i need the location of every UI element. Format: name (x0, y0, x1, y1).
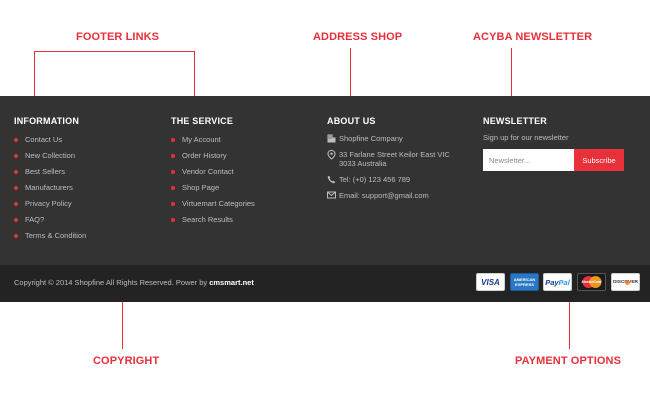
callout-payment-line (569, 297, 570, 349)
footer-link-contact-us[interactable]: Contact Us (14, 135, 86, 151)
footer-link-vendor-contact[interactable]: Vendor Contact (171, 167, 255, 183)
newsletter-column: NEWSLETTER Sign up for our newsletter Su… (483, 116, 624, 171)
about-address: 33 Farlane Street Keilor East VIC 3033 A… (327, 150, 450, 168)
copyright-brand-link[interactable]: cmsmart.net (209, 278, 254, 287)
mastercard-card-icon: MasterCard (577, 273, 606, 291)
callout-copyright-line (122, 297, 123, 349)
subscribe-button[interactable]: Subscribe (574, 149, 624, 171)
newsletter-title: NEWSLETTER (483, 116, 547, 126)
about-address-line1: 33 Farlane Street Keilor East VIC (339, 150, 450, 159)
information-title: INFORMATION (14, 116, 80, 126)
footer-link-terms[interactable]: Terms & Condition (14, 231, 86, 247)
footer-link-my-account[interactable]: My Account (171, 135, 255, 151)
footer-link-shop-page[interactable]: Shop Page (171, 183, 255, 199)
paypal-pay: Pay (545, 277, 559, 287)
about-email-text[interactable]: Email: support@gmail.com (339, 191, 429, 200)
map-pin-icon (327, 150, 339, 160)
visa-card-icon: VISA (476, 273, 505, 291)
about-address-text: 33 Farlane Street Keilor East VIC 3033 A… (339, 150, 450, 168)
amex-card-icon: AMERICAN EXPRESS (510, 273, 539, 291)
callout-address-shop-line (350, 48, 351, 103)
about-phone: Tel: (+0) 123 456 789 (327, 175, 450, 184)
about-address-line2: 3033 Australia (339, 159, 387, 168)
newsletter-form: Subscribe (483, 149, 624, 171)
about-phone-text: Tel: (+0) 123 456 789 (339, 175, 411, 184)
callout-address-shop: ADDRESS SHOP (313, 31, 403, 43)
about-company: Shopfine Company (327, 134, 450, 143)
callout-footer-links-bar (34, 51, 195, 52)
envelope-icon (327, 191, 339, 199)
paypal-pal: Pal (558, 277, 570, 287)
service-links: My Account Order History Vendor Contact … (171, 135, 255, 231)
footer-link-order-history[interactable]: Order History (171, 151, 255, 167)
copyright-label: Copyright © 2014 Shopfine All Rights Res… (14, 278, 210, 287)
footer-link-search-results[interactable]: Search Results (171, 215, 255, 231)
information-links: Contact Us New Collection Best Sellers M… (14, 135, 86, 247)
footer-link-faq[interactable]: FAQ? (14, 215, 86, 231)
discover-dot-icon (625, 280, 630, 285)
discover-card-icon: DISCOVER (611, 273, 640, 291)
callout-copyright: COPYRIGHT (93, 355, 160, 367)
mastercard-label: MasterCard (581, 280, 602, 284)
callout-footer-links: FOOTER LINKS (76, 31, 160, 43)
callout-payment-options: PAYMENT OPTIONS (515, 355, 622, 367)
footer-main: INFORMATION Contact Us New Collection Be… (0, 96, 650, 265)
service-column: THE SERVICE My Account Order History Ven… (171, 116, 255, 231)
about-company-text: Shopfine Company (339, 134, 403, 143)
newsletter-description: Sign up for our newsletter (483, 133, 569, 142)
footer-bottom: Copyright © 2014 Shopfine All Rights Res… (0, 265, 650, 302)
paypal-card-icon: Pay Pal (543, 273, 572, 291)
callout-acyba-newsletter: ACYBA NEWSLETTER (473, 31, 593, 43)
about-title: ABOUT US (327, 116, 376, 126)
about-email: Email: support@gmail.com (327, 191, 450, 200)
footer-link-manufacturers[interactable]: Manufacturers (14, 183, 86, 199)
amex-label-line2: EXPRESS (515, 282, 534, 287)
footer-link-best-sellers[interactable]: Best Sellers (14, 167, 86, 183)
footer-link-virtuemart-categories[interactable]: Virtuemart Categories (171, 199, 255, 215)
newsletter-input[interactable] (483, 149, 574, 171)
copyright-text: Copyright © 2014 Shopfine All Rights Res… (14, 278, 254, 287)
information-column: INFORMATION Contact Us New Collection Be… (14, 116, 86, 247)
footer-link-new-collection[interactable]: New Collection (14, 151, 86, 167)
service-title: THE SERVICE (171, 116, 234, 126)
visa-label: VISA (481, 277, 500, 287)
footer-link-privacy-policy[interactable]: Privacy Policy (14, 199, 86, 215)
phone-icon (327, 175, 339, 184)
about-list: Shopfine Company 33 Farlane Street Keilo… (327, 134, 450, 200)
about-column: ABOUT US Shopfine Company 33 Farlane Str… (327, 116, 450, 207)
callout-newsletter-line (511, 48, 512, 103)
building-icon (327, 134, 339, 143)
